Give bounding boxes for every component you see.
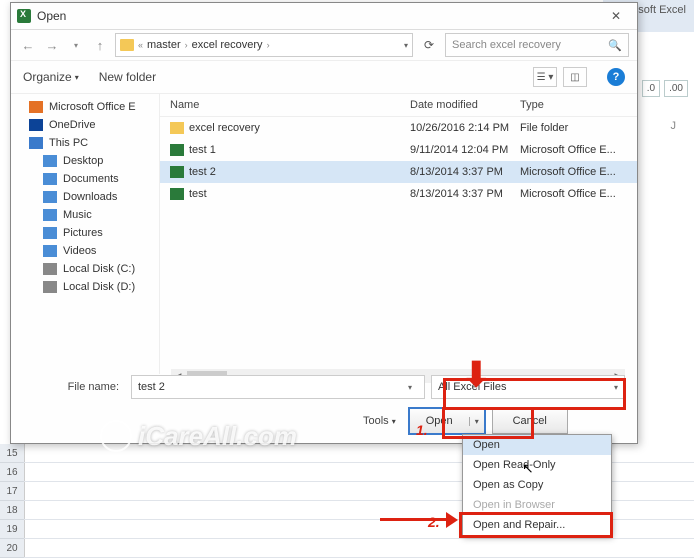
view-mode-icon[interactable]: ☰ ▾ <box>533 67 557 87</box>
organize-menu[interactable]: Organize ▾ <box>23 70 79 84</box>
dialog-title: Open <box>37 9 601 23</box>
preview-pane-icon[interactable]: ◫ <box>563 67 587 87</box>
folder-icon <box>29 137 43 149</box>
search-icon: 🔍 <box>608 39 622 52</box>
folder-icon <box>43 245 57 257</box>
excel-row-header[interactable]: 16 <box>0 463 24 482</box>
menu-item[interactable]: Open Read-Only <box>463 455 611 475</box>
excel-row-header[interactable]: 17 <box>0 482 24 501</box>
refresh-icon[interactable]: ⟳ <box>419 35 439 55</box>
excel-icon <box>17 9 31 23</box>
folder-icon <box>43 209 57 221</box>
nav-recent-icon[interactable]: ▾ <box>67 36 85 54</box>
sidebar-item[interactable]: Music <box>11 206 159 224</box>
sidebar-item[interactable]: Microsoft Office E <box>11 98 159 116</box>
file-row[interactable]: excel recovery10/26/2016 2:14 PMFile fol… <box>160 117 637 139</box>
sidebar-item[interactable]: Documents <box>11 170 159 188</box>
highlight-box <box>442 407 534 439</box>
watermark-logo-icon <box>100 420 132 452</box>
nav-up-icon[interactable]: ↑ <box>91 36 109 54</box>
sidebar-item[interactable]: Downloads <box>11 188 159 206</box>
tools-menu[interactable]: Tools ▾ <box>363 415 396 427</box>
excel-file-icon <box>170 188 184 200</box>
excel-file-icon <box>170 144 184 156</box>
search-input[interactable]: Search excel recovery 🔍 <box>445 33 629 57</box>
breadcrumb-segment[interactable]: excel recovery <box>192 39 263 51</box>
folder-icon <box>120 39 134 51</box>
excel-number-group: .0.00 <box>642 80 688 97</box>
column-name-header[interactable]: Name <box>160 99 410 111</box>
excel-file-icon <box>170 166 184 178</box>
excel-row-header[interactable]: 19 <box>0 520 24 539</box>
address-bar[interactable]: « master › excel recovery › ▾ <box>115 33 413 57</box>
file-row[interactable]: test 28/13/2014 3:37 PMMicrosoft Office … <box>160 161 637 183</box>
annotation-number: 1. <box>416 422 428 438</box>
sidebar-item[interactable]: Local Disk (C:) <box>11 260 159 278</box>
folder-icon <box>43 281 57 293</box>
filename-input[interactable]: test 2 ▾ <box>131 375 425 399</box>
folder-icon <box>43 191 57 203</box>
folder-icon <box>29 101 43 113</box>
excel-row-header[interactable]: 15 <box>0 444 24 463</box>
menu-item[interactable]: Open as Copy <box>463 475 611 495</box>
nav-back-icon[interactable]: ← <box>19 36 37 54</box>
mouse-cursor-icon: ↖ <box>522 460 534 477</box>
sidebar-item[interactable]: Local Disk (D:) <box>11 278 159 296</box>
watermark: iCareAll.com <box>100 420 297 452</box>
nav-forward-icon[interactable]: → <box>43 36 61 54</box>
file-row[interactable]: test 19/11/2014 12:04 PMMicrosoft Office… <box>160 139 637 161</box>
annotation-number: 2. <box>428 514 440 530</box>
chevron-down-icon[interactable]: ▾ <box>402 383 418 392</box>
excel-row-header[interactable]: 18 <box>0 501 24 520</box>
folder-icon <box>43 263 57 275</box>
file-row[interactable]: test8/13/2014 3:37 PMMicrosoft Office E.… <box>160 183 637 205</box>
excel-column-header: J <box>671 120 677 132</box>
column-type-header[interactable]: Type <box>520 99 637 111</box>
folder-icon <box>43 155 57 167</box>
excel-row-header[interactable]: 20 <box>0 539 24 558</box>
folder-icon <box>43 173 57 185</box>
highlight-box <box>459 512 613 538</box>
sidebar-item[interactable]: Pictures <box>11 224 159 242</box>
sidebar-item[interactable]: This PC <box>11 134 159 152</box>
folder-icon <box>170 122 184 134</box>
sidebar-item[interactable]: Videos <box>11 242 159 260</box>
navigation-pane: Microsoft Office EOneDriveThis PCDesktop… <box>11 94 160 374</box>
search-placeholder: Search excel recovery <box>452 39 561 51</box>
new-folder-button[interactable]: New folder <box>99 70 156 84</box>
column-date-header[interactable]: Date modified <box>410 99 520 111</box>
arrow-down-icon: ⬇ <box>462 358 491 392</box>
sidebar-item[interactable]: Desktop <box>11 152 159 170</box>
close-button[interactable]: ✕ <box>601 6 631 26</box>
help-icon[interactable]: ? <box>607 68 625 86</box>
folder-icon <box>43 227 57 239</box>
filename-label: File name: <box>23 381 125 393</box>
breadcrumb-segment[interactable]: master <box>147 39 181 51</box>
sidebar-item[interactable]: OneDrive <box>11 116 159 134</box>
folder-icon <box>29 119 43 131</box>
